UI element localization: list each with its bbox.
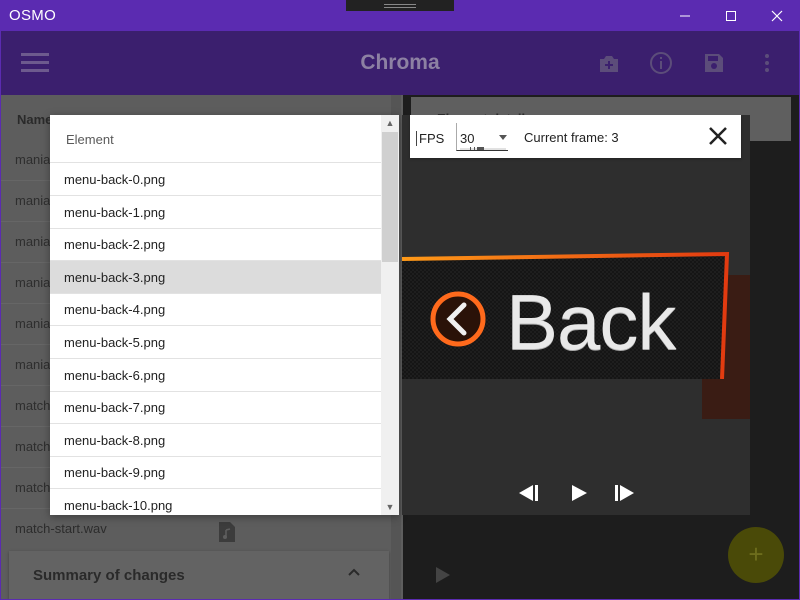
list-item[interactable]: menu-back-10.png: [50, 489, 381, 515]
list-item[interactable]: menu-back-4.png: [50, 293, 381, 326]
list-item-label: match: [15, 398, 51, 413]
list-item-label: menu-back-0.png: [64, 172, 166, 187]
drag-handle[interactable]: [346, 0, 454, 11]
list-item-label: mania: [15, 275, 51, 290]
more-icon[interactable]: [755, 51, 779, 75]
frame-preview: Back: [402, 251, 732, 380]
close-icon[interactable]: [706, 124, 730, 148]
list-item-label: menu-back-3.png: [64, 270, 166, 285]
element-dropdown[interactable]: Element menu-back-0.png menu-back-1.png …: [50, 115, 399, 515]
dropdown-header: Element: [50, 115, 381, 163]
playback-controls: [402, 481, 750, 505]
fps-value: 30: [460, 131, 475, 146]
summary-label: Summary of changes: [33, 567, 185, 584]
list-item-label: match: [15, 439, 51, 454]
list-item[interactable]: menu-back-1.png: [50, 196, 381, 229]
list-item-label: menu-back-6.png: [64, 368, 166, 383]
dropdown-header-label: Element: [66, 132, 114, 147]
fps-slider-icon: [460, 147, 506, 150]
list-item[interactable]: menu-back-2.png: [50, 228, 381, 261]
app-bar: Chroma: [1, 31, 799, 95]
next-frame-icon[interactable]: [612, 481, 638, 505]
save-icon[interactable]: [702, 51, 726, 75]
viewer-toolbar: FPS 30 Current frame: 3: [410, 115, 741, 158]
add-icon[interactable]: [597, 51, 621, 75]
current-frame-label: Current frame: 3: [524, 130, 619, 145]
list-item-label: menu-back-4.png: [64, 302, 166, 317]
list-item[interactable]: menu-back-0.png: [50, 163, 381, 196]
maximize-button[interactable]: [708, 0, 754, 31]
list-item[interactable]: menu-back-6.png: [50, 359, 381, 392]
animation-viewer: FPS 30 Current frame: 3 Back: [402, 115, 750, 515]
list-item[interactable]: menu-back-5.png: [50, 326, 381, 359]
list-item-label: menu-back-1.png: [64, 205, 166, 220]
scrollbar-thumb[interactable]: [382, 132, 398, 262]
list-item-label: mania: [15, 234, 51, 249]
close-icon: [771, 10, 783, 21]
window-titlebar: OSMO: [0, 0, 800, 31]
list-item-label: mania: [15, 357, 51, 372]
list-item-label: mania: [15, 316, 51, 331]
fps-select[interactable]: 30: [456, 123, 508, 151]
list-item-selected[interactable]: menu-back-3.png: [50, 261, 381, 294]
list-item-label: mania: [15, 152, 51, 167]
play-icon[interactable]: [566, 481, 592, 505]
minimize-button[interactable]: [662, 0, 708, 31]
previous-frame-icon[interactable]: [515, 481, 541, 505]
info-icon[interactable]: [649, 51, 673, 75]
page-title: Chroma: [360, 51, 440, 74]
list-item-label: menu-back-10.png: [64, 498, 173, 513]
list-item[interactable]: menu-back-8.png: [50, 424, 381, 457]
list-item-label: menu-back-2.png: [64, 237, 166, 252]
minimize-icon: [680, 15, 690, 16]
fps-label: FPS: [416, 131, 444, 146]
list-item[interactable]: menu-back-9.png: [50, 456, 381, 489]
list-item-label: menu-back-5.png: [64, 335, 166, 350]
dropdown-scrollbar[interactable]: ▲ ▼: [381, 115, 399, 515]
close-window-button[interactable]: [754, 0, 800, 31]
summary-of-changes-panel[interactable]: Summary of changes: [9, 551, 389, 599]
list-item[interactable]: menu-back-7.png: [50, 391, 381, 424]
play-icon[interactable]: [435, 566, 451, 584]
audio-file-icon: [219, 522, 235, 542]
chevron-down-icon: [499, 135, 507, 140]
list-item-label: menu-back-9.png: [64, 465, 166, 480]
scroll-down-icon[interactable]: ▼: [381, 499, 399, 515]
add-button[interactable]: +: [728, 527, 784, 583]
file-name[interactable]: match-start.wav: [15, 521, 107, 536]
list-item-label: mania: [15, 193, 51, 208]
scroll-up-icon[interactable]: ▲: [381, 115, 399, 131]
maximize-icon: [726, 10, 736, 21]
column-header-name: Name: [17, 112, 53, 127]
list-item-label: match: [15, 480, 51, 495]
list-item-label: menu-back-8.png: [64, 433, 166, 448]
preview-text: Back: [506, 278, 676, 366]
app-name: OSMO: [9, 7, 57, 24]
list-item-label: menu-back-7.png: [64, 400, 166, 415]
chevron-up-icon[interactable]: [347, 565, 361, 579]
